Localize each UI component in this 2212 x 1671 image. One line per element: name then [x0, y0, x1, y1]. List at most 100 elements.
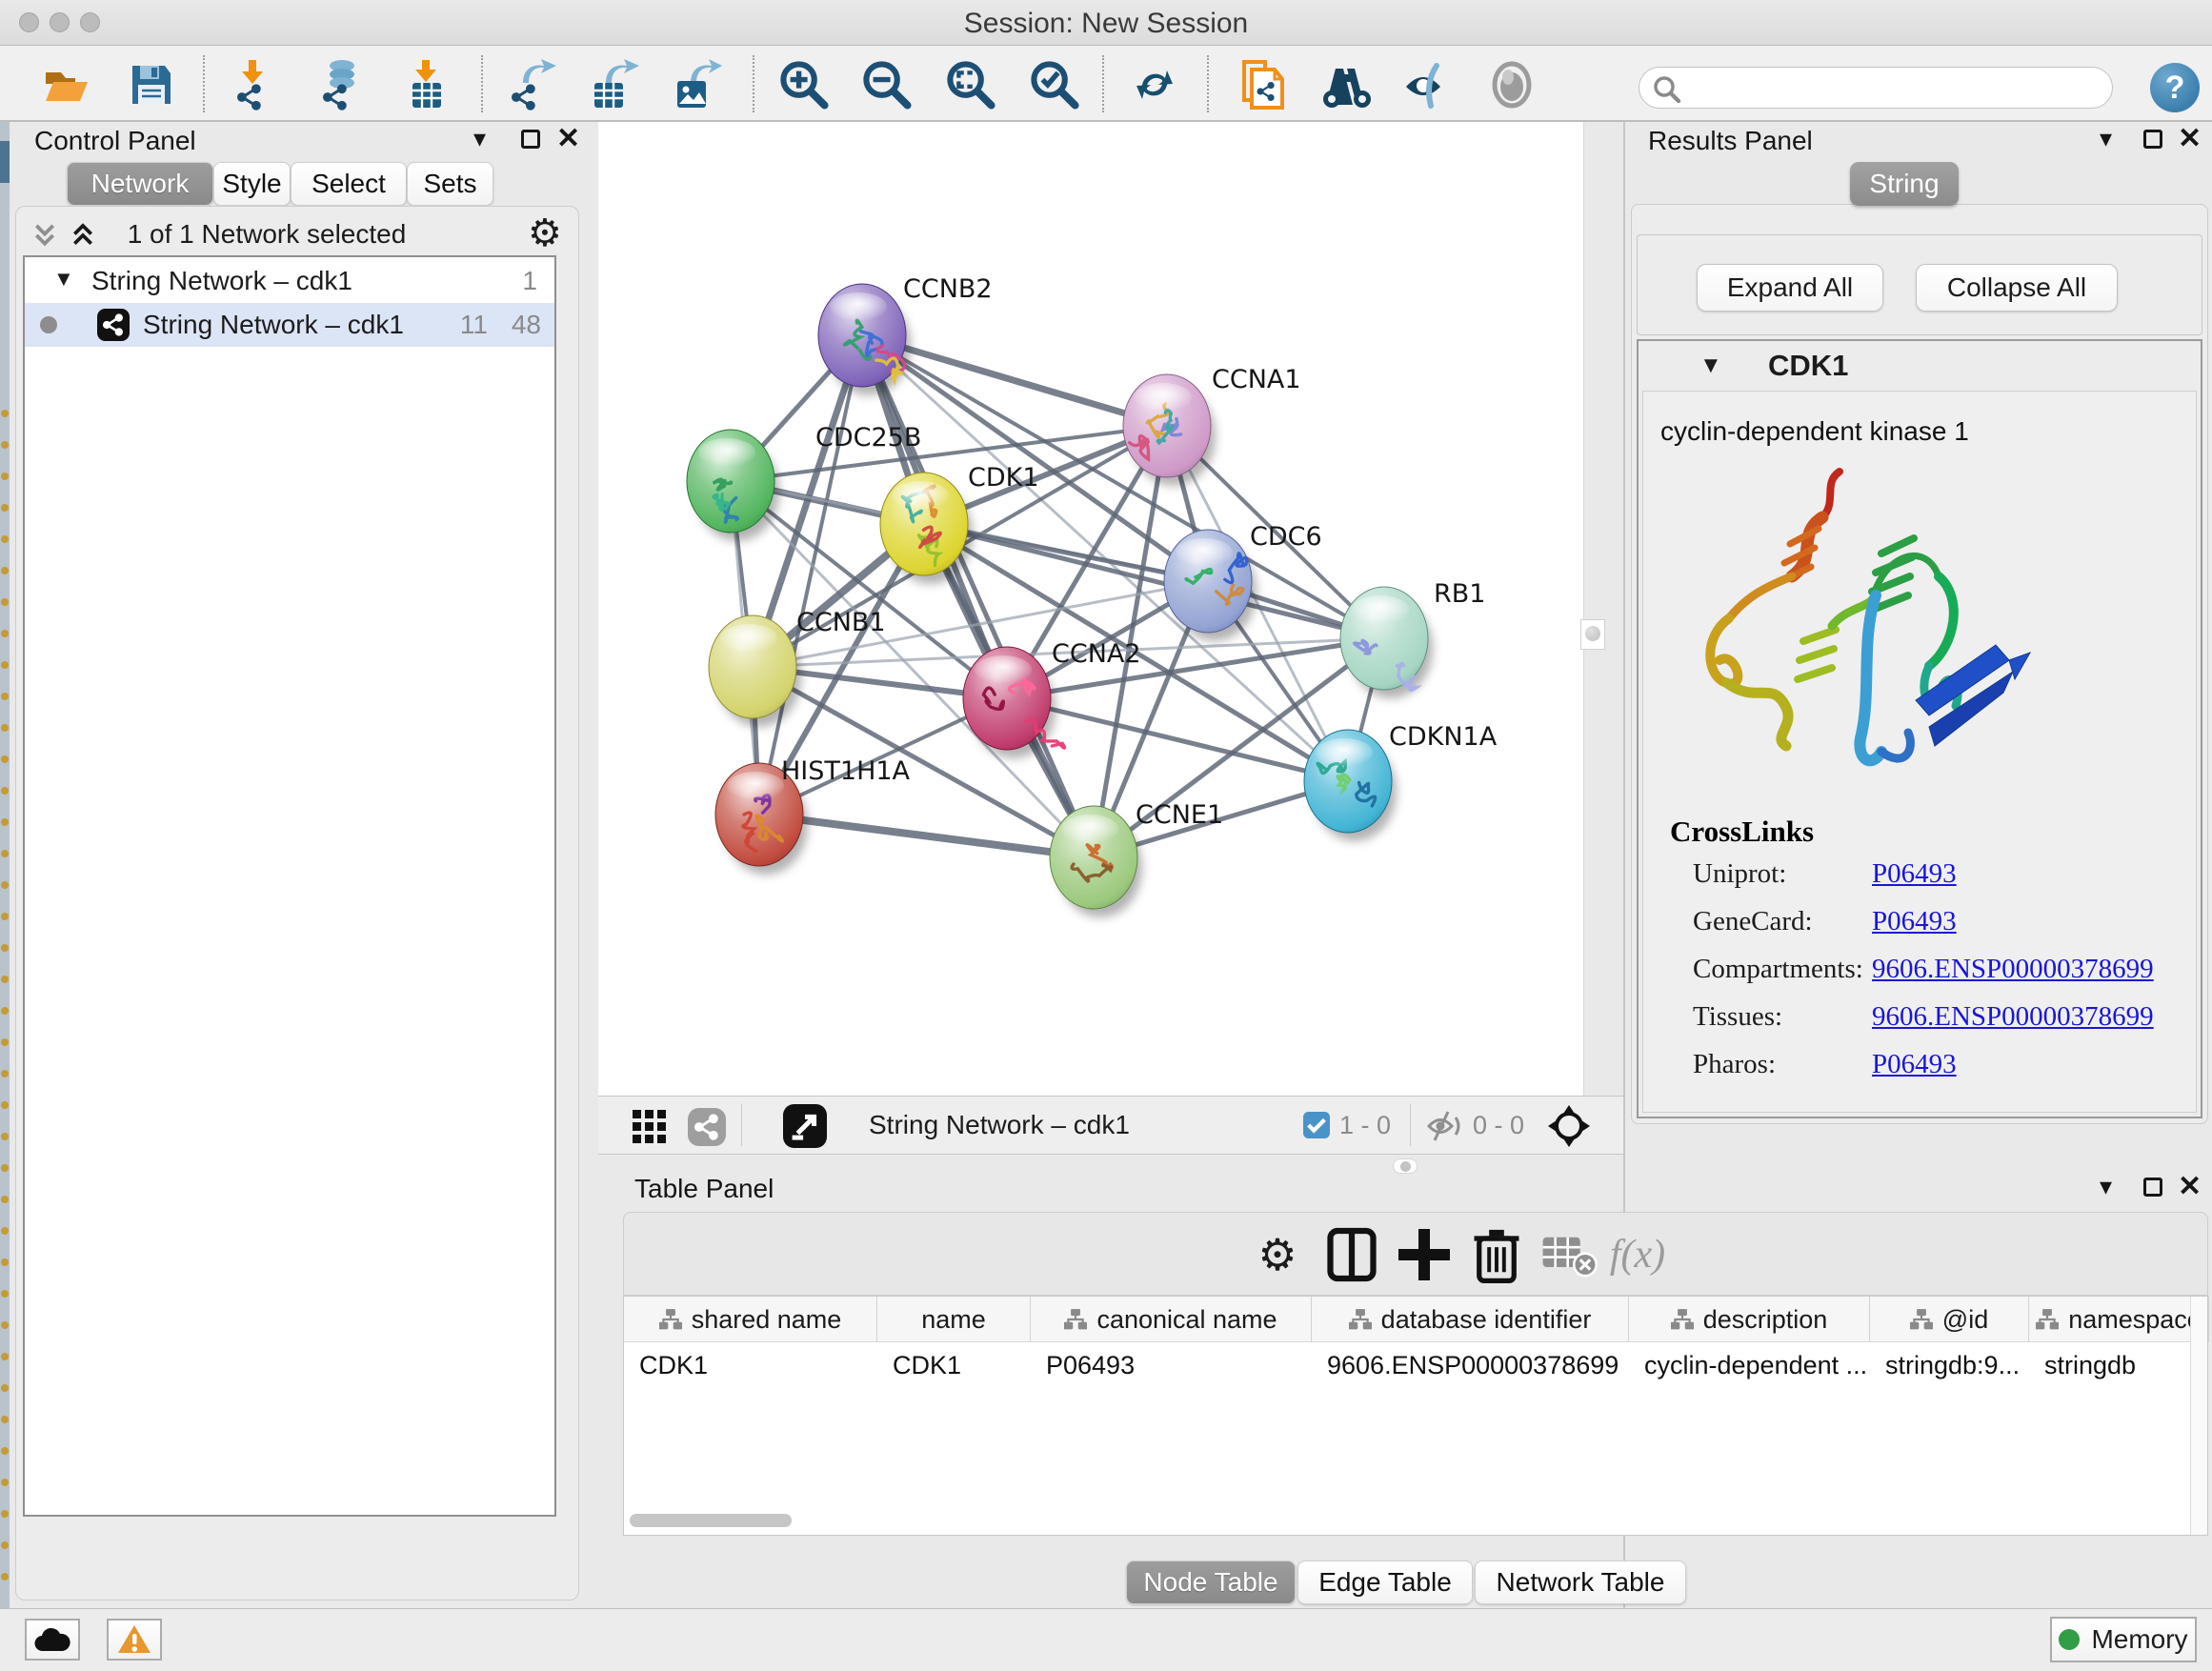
network-edge[interactable] — [759, 815, 1094, 857]
network-view-title: String Network – cdk1 — [869, 1110, 1130, 1140]
node-table[interactable]: shared namenamecanonical namedatabase id… — [623, 1296, 2208, 1536]
tab-network[interactable]: Network — [67, 162, 213, 206]
network-node-ccnb2[interactable] — [818, 284, 911, 395]
delete-column-trash-icon[interactable] — [1468, 1226, 1525, 1283]
export-network-button[interactable] — [505, 57, 560, 112]
network-canvas[interactable]: CCNB2CCNA1CDC25BCDK1CDC6RB1CCNB1CCNA2CDK… — [598, 122, 1583, 1096]
table-cell[interactable]: CDK1 — [624, 1342, 877, 1388]
create-column-plus-icon[interactable] — [1396, 1226, 1453, 1283]
column-header-description[interactable]: description — [1629, 1297, 1870, 1342]
gear-icon[interactable]: ⚙ — [528, 211, 562, 255]
first-neighbors-button[interactable] — [1317, 57, 1372, 112]
hide-selected-button[interactable] — [1398, 57, 1453, 112]
close-panel-icon[interactable]: ✕ — [2178, 1170, 2202, 1203]
fit-selected-target-icon[interactable] — [1547, 1104, 1591, 1148]
import-table-from-file-button[interactable] — [398, 57, 453, 112]
crosslink-row: Compartments:9606.ENSP00000378699 — [1693, 954, 2188, 1001]
crosslink-value-link[interactable]: 9606.ENSP00000378699 — [1872, 954, 2154, 985]
export-image-button[interactable] — [669, 57, 724, 112]
network-node-ccnb1[interactable] — [709, 615, 801, 727]
panel-menu-icon[interactable]: ▾ — [2100, 124, 2112, 153]
show-all-button[interactable] — [1484, 57, 1539, 112]
selected-checkbox-icon[interactable] — [1303, 1112, 1330, 1138]
gene-section-header[interactable]: ▼ CDK1 — [1639, 341, 2201, 391]
memory-button[interactable]: Memory — [2050, 1617, 2197, 1662]
import-network-from-file-button[interactable] — [227, 57, 282, 112]
network-overview-icon[interactable] — [688, 1108, 726, 1146]
close-panel-icon[interactable]: ✕ — [556, 122, 580, 155]
network-node-ccne1[interactable] — [1050, 806, 1142, 917]
tab-style[interactable]: Style — [213, 162, 291, 206]
column-header-namespace[interactable]: namespace — [2029, 1297, 2209, 1342]
panel-menu-icon[interactable]: ▾ — [2100, 1172, 2112, 1201]
network-node-ccna1[interactable] — [1123, 374, 1216, 486]
tab-edge-table[interactable]: Edge Table — [1297, 1560, 1473, 1604]
zoom-selected-button[interactable] — [1027, 57, 1082, 112]
column-header--id[interactable]: @id — [1870, 1297, 2029, 1342]
grid-view-icon[interactable] — [633, 1110, 667, 1144]
warning-status-button[interactable] — [107, 1619, 162, 1661]
network-collection-row[interactable]: ▼ String Network – cdk1 1 — [25, 259, 554, 303]
network-from-selection-button[interactable] — [1234, 57, 1289, 112]
zoom-fit-button[interactable] — [943, 57, 998, 112]
float-panel-icon[interactable] — [2143, 130, 2162, 149]
open-session-button[interactable] — [38, 57, 93, 112]
node-label: RB1 — [1434, 579, 1485, 609]
table-horizontal-scrollbar[interactable] — [630, 1514, 792, 1527]
detach-view-icon[interactable] — [783, 1104, 827, 1148]
tab-string[interactable]: String — [1850, 162, 1959, 206]
crosslink-value-link[interactable]: P06493 — [1872, 1049, 1957, 1080]
table-settings-gear-icon[interactable]: ⚙ — [1249, 1226, 1306, 1283]
zoom-out-button[interactable] — [859, 57, 915, 112]
control-panel-title: Control Panel — [34, 126, 196, 156]
close-panel-icon[interactable]: ✕ — [2178, 122, 2202, 155]
float-panel-icon[interactable] — [2143, 1178, 2162, 1197]
crosslink-value-link[interactable]: P06493 — [1872, 906, 1957, 937]
column-header-shared-name[interactable]: shared name — [624, 1297, 877, 1342]
help-button[interactable]: ? — [2150, 63, 2200, 112]
collapse-triangle-icon[interactable]: ▼ — [1699, 352, 1722, 379]
network-node-cdk1[interactable] — [880, 473, 973, 584]
table-vertical-scrollbar[interactable] — [2190, 1297, 2207, 1535]
crosslink-value-link[interactable]: 9606.ENSP00000378699 — [1872, 1001, 2154, 1033]
zoom-in-button[interactable] — [776, 57, 832, 112]
panel-menu-icon[interactable]: ▾ — [473, 124, 486, 153]
show-columns-icon[interactable] — [1323, 1226, 1380, 1283]
table-cell[interactable]: CDK1 — [877, 1342, 1031, 1388]
function-builder-icon[interactable]: f(x) — [1609, 1226, 1666, 1283]
cloud-status-button[interactable] — [25, 1619, 80, 1661]
table-cell[interactable]: stringdb — [2029, 1342, 2209, 1388]
search-input[interactable] — [1689, 70, 2099, 104]
collapse-all-button[interactable]: Collapse All — [1916, 264, 2118, 312]
crosslink-label: GeneCard: — [1693, 906, 1813, 936]
table-cell[interactable]: stringdb:9... — [1870, 1342, 2029, 1388]
delete-table-icon[interactable] — [1540, 1226, 1598, 1283]
tab-sets[interactable]: Sets — [407, 162, 493, 206]
table-cell[interactable]: cyclin-dependent ... — [1629, 1342, 1870, 1388]
import-network-from-database-button[interactable] — [312, 57, 368, 112]
table-cell[interactable]: P06493 — [1031, 1342, 1312, 1388]
column-header-canonical-name[interactable]: canonical name — [1031, 1297, 1312, 1342]
table-cell[interactable]: 9606.ENSP00000378699 — [1312, 1342, 1629, 1388]
collapse-triangle-icon[interactable]: ▼ — [53, 267, 74, 292]
expand-all-button[interactable]: Expand All — [1697, 264, 1883, 312]
column-header-database-identifier[interactable]: database identifier — [1312, 1297, 1629, 1342]
main-toolbar: ? — [0, 46, 2212, 122]
network-node-rb1[interactable] — [1340, 587, 1433, 698]
column-header-name[interactable]: name — [877, 1297, 1031, 1342]
save-session-button[interactable] — [124, 57, 179, 112]
export-table-button[interactable] — [586, 57, 641, 112]
network-node-ccna2[interactable] — [963, 647, 1065, 758]
crosslink-value-link[interactable]: P06493 — [1872, 858, 1957, 890]
network-row[interactable]: String Network – cdk1 11 48 — [25, 303, 554, 347]
tab-network-table[interactable]: Network Table — [1475, 1560, 1686, 1604]
float-panel-icon[interactable] — [521, 130, 540, 149]
apply-layout-button[interactable] — [1127, 57, 1182, 112]
network-node-cdkn1a[interactable] — [1304, 730, 1397, 841]
network-edge[interactable] — [759, 335, 862, 815]
splitter-handle[interactable] — [1580, 619, 1605, 650]
network-tree: ▼ String Network – cdk1 1 String Network… — [23, 255, 556, 1517]
network-node-cdc25b[interactable] — [687, 430, 779, 541]
tab-node-table[interactable]: Node Table — [1126, 1560, 1296, 1604]
tab-select[interactable]: Select — [291, 162, 407, 206]
